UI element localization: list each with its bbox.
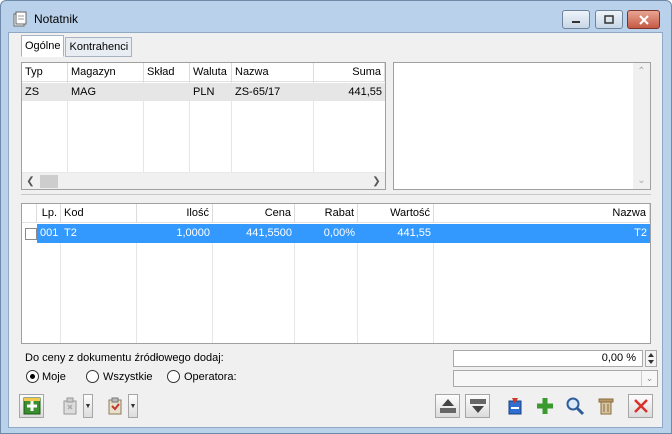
notepad-icon <box>13 11 27 27</box>
title-bar[interactable]: Notatnik <box>1 1 671 32</box>
add-item-button[interactable] <box>19 394 44 418</box>
column-divider <box>212 243 213 343</box>
price-adjust-value: 0,00 % <box>601 352 636 364</box>
table-row[interactable]: ZS MAG PLN ZS-65/17 441,55 <box>22 83 385 101</box>
price-adjust-label: Do ceny z dokumentu źródłowego dodaj: <box>25 352 224 364</box>
tab-ogolne[interactable]: Ogólne <box>21 35 65 57</box>
client-area: Ogólne Kontrahenci Typ Magazyn Skład Wal… <box>8 32 663 428</box>
clipboard-icon <box>108 397 121 415</box>
radio-moje-label[interactable]: Moje <box>42 371 66 383</box>
cell-rabat: 0,00% <box>323 227 355 239</box>
col-header-nazwa[interactable]: Nazwa <box>434 204 650 223</box>
column-divider <box>433 243 434 343</box>
move-up-button[interactable] <box>435 394 460 418</box>
cell-wartosc: 441,55 <box>397 227 431 239</box>
col-header-magazyn[interactable]: Magazyn <box>68 63 144 82</box>
paste-dropdown[interactable]: ▼ <box>128 394 138 418</box>
close-icon <box>633 399 648 413</box>
price-adjust-spinner[interactable] <box>645 350 657 367</box>
col-header-sklad[interactable]: Skład <box>144 63 190 82</box>
col-header-ilosc[interactable]: Ilość <box>137 204 213 223</box>
radio-wszystkie-label[interactable]: Wszystkie <box>103 371 153 383</box>
import-icon <box>63 397 76 415</box>
delete-button[interactable] <box>593 394 618 418</box>
cell-nazwa: ZS-65/17 <box>235 86 281 98</box>
cell-sklad <box>144 83 190 101</box>
column-divider <box>357 243 358 343</box>
import-button[interactable] <box>57 394 82 418</box>
cell-nazwa: T2 <box>634 227 647 239</box>
paste-button[interactable] <box>102 394 127 418</box>
cell-kod: T2 <box>64 227 77 239</box>
import-dropdown[interactable]: ▼ <box>83 394 93 418</box>
operator-select[interactable]: ⌄ <box>453 370 658 387</box>
close-icon <box>638 14 649 25</box>
scroll-down-icon[interactable]: ⌄ <box>633 172 650 189</box>
column-divider <box>136 243 137 343</box>
tab-strip: Ogólne Kontrahenci <box>21 35 133 59</box>
col-header-wartosc[interactable]: Wartość <box>358 204 434 223</box>
notes-panel[interactable]: ⌃ ⌄ <box>393 62 651 190</box>
cell-ilosc: 1,0000 <box>176 227 210 239</box>
col-header-kod[interactable]: Kod <box>61 204 137 223</box>
col-header-typ[interactable]: Typ <box>22 63 68 82</box>
spin-up-icon[interactable] <box>648 353 654 357</box>
radio-operatora-label[interactable]: Operatora: <box>184 371 237 383</box>
scroll-right-icon[interactable]: ❯ <box>368 173 385 190</box>
scroll-up-icon[interactable]: ⌃ <box>633 63 650 80</box>
tab-kontrahenci[interactable]: Kontrahenci <box>65 37 133 57</box>
move-down-button[interactable] <box>465 394 490 418</box>
magnifier-icon <box>566 397 584 416</box>
col-header-lp[interactable]: Lp. <box>37 204 61 223</box>
column-divider <box>60 243 61 343</box>
minimize-button[interactable] <box>562 10 590 29</box>
radio-wszystkie[interactable] <box>86 370 99 383</box>
panel-splitter[interactable] <box>21 194 651 199</box>
col-header-nazwa[interactable]: Nazwa <box>232 63 314 82</box>
document-generate-icon <box>508 398 521 415</box>
scroll-thumb[interactable] <box>40 175 58 188</box>
col-header-rabat[interactable]: Rabat <box>295 204 358 223</box>
cancel-button[interactable] <box>628 394 653 418</box>
maximize-icon <box>604 15 614 24</box>
notatnik-window: Notatnik Ogólne Kontrahenci Typ Magazyn … <box>0 0 672 434</box>
scroll-left-icon[interactable]: ❮ <box>22 173 39 190</box>
trash-icon <box>598 398 613 415</box>
spin-down-icon[interactable] <box>648 360 654 364</box>
move-up-icon <box>439 399 456 413</box>
horizontal-scrollbar[interactable]: ❮ ❯ <box>22 172 385 189</box>
chevron-down-icon[interactable]: ⌄ <box>641 371 657 386</box>
table-row[interactable]: 001 T2 1,0000 441,5500 0,00% 441,55 T2 <box>37 224 650 243</box>
col-header-suma[interactable]: Suma <box>314 63 385 82</box>
radio-moje[interactable] <box>26 370 39 383</box>
vertical-scrollbar[interactable]: ⌃ ⌄ <box>633 63 650 189</box>
col-header-checkbox[interactable] <box>22 204 37 223</box>
add-button[interactable] <box>532 394 557 418</box>
minimize-icon <box>572 20 580 23</box>
plus-icon <box>536 398 553 414</box>
price-adjust-field[interactable]: 0,00 % <box>453 350 643 367</box>
column-divider <box>294 243 295 343</box>
generate-document-button[interactable] <box>502 394 527 418</box>
add-document-icon <box>23 397 40 415</box>
row-checkbox[interactable] <box>25 228 37 240</box>
cell-waluta: PLN <box>193 86 215 98</box>
close-window-button[interactable] <box>627 10 660 29</box>
preview-button[interactable] <box>562 394 587 418</box>
move-down-icon <box>469 399 486 413</box>
radio-operatora[interactable] <box>167 370 180 383</box>
cell-cena: 441,5500 <box>246 227 292 239</box>
cell-typ: ZS <box>25 86 40 98</box>
items-grid[interactable]: Lp. Kod Ilość Cena Rabat Wartość Nazwa 0… <box>21 203 651 344</box>
col-header-waluta[interactable]: Waluta <box>190 63 232 82</box>
maximize-button[interactable] <box>595 10 623 29</box>
window-title: Notatnik <box>34 12 79 26</box>
col-header-cena[interactable]: Cena <box>213 204 295 223</box>
cell-magazyn: MAG <box>71 86 97 98</box>
documents-grid[interactable]: Typ Magazyn Skład Waluta Nazwa Suma ZS M… <box>21 62 386 190</box>
cell-lp: 001 <box>40 227 59 239</box>
cell-suma: 441,55 <box>348 86 382 98</box>
